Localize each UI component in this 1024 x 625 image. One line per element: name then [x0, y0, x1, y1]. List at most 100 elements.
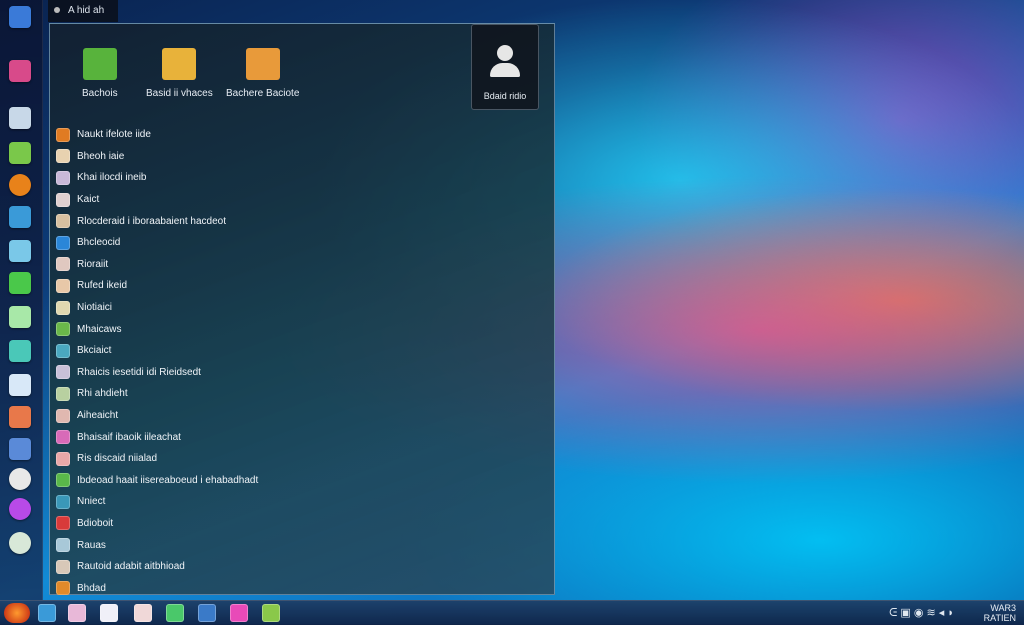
photos-icon[interactable] — [9, 142, 31, 164]
firefox-icon[interactable] — [9, 174, 31, 196]
window-title-text: A hid ah — [68, 5, 105, 16]
place-label: Basid ii vhaces — [146, 88, 213, 99]
user-account-button[interactable]: Bdaid ridio — [471, 24, 539, 110]
app-teal-icon — [56, 343, 70, 358]
system-tray[interactable]: ᕮ ▣ ◉ ≋ ◂ ◗ — [883, 606, 954, 620]
notes-icon[interactable] — [100, 604, 118, 622]
app-label: Rlocderaid i iboraabaient hacdeot — [77, 215, 226, 227]
app-list-item[interactable]: Naukt ifelote iide — [56, 124, 536, 146]
app-label: Bhcleocid — [77, 237, 121, 249]
documents-icon[interactable] — [9, 240, 31, 262]
app-list-item[interactable]: Rauas — [56, 534, 536, 556]
clock-icon[interactable] — [9, 468, 31, 490]
media-icon[interactable] — [9, 498, 31, 520]
package-icon — [162, 48, 197, 80]
control-panel-icon[interactable] — [9, 206, 31, 228]
place-label: Bachois — [82, 88, 118, 99]
app-list-item[interactable]: Mhaicaws — [56, 318, 536, 340]
app-label: Mhaicaws — [77, 323, 122, 335]
app-label: Nniect — [77, 496, 106, 508]
app-label: Khai ilocdi ineib — [77, 172, 147, 184]
app-grid-icon — [56, 170, 70, 185]
app-list-item[interactable]: Rhi ahdieht — [56, 383, 536, 405]
app-doc-icon — [56, 192, 70, 207]
app-orange-icon — [56, 581, 70, 596]
app-list-item[interactable]: Bkciaict — [56, 340, 536, 362]
app-list-item[interactable]: Rlocderaid i iboraabaient hacdeot — [56, 210, 536, 232]
app-grid-icon — [56, 538, 70, 553]
app-label: Rautoid adabit aitbhioad — [77, 561, 185, 573]
app-doc-icon — [56, 451, 70, 466]
app-list-item[interactable]: Bhcleocid — [56, 232, 536, 254]
app-list-item[interactable]: Ibdeoad haait iisereaboeud i ehabadhadt — [56, 470, 536, 492]
app-pink-icon — [56, 430, 70, 445]
app-label: Bheoh iaie — [77, 150, 125, 162]
app-orange-icon — [56, 127, 70, 142]
user-name: Bdaid ridio — [483, 91, 527, 101]
app-list-item[interactable]: Rioraiit — [56, 254, 536, 276]
app-list: Naukt ifelote iide Bheoh iaie Khai ilocdi … — [56, 124, 536, 599]
paint-icon[interactable] — [262, 604, 280, 622]
tiles-icon[interactable] — [198, 604, 216, 622]
gallery-icon[interactable] — [230, 604, 248, 622]
app-doc-icon — [56, 149, 70, 164]
store-icon[interactable] — [166, 604, 184, 622]
games-icon[interactable] — [9, 272, 31, 294]
active-window-title[interactable]: A hid ah — [48, 0, 118, 22]
folder-green-icon — [82, 48, 117, 80]
app-grid-icon — [56, 365, 70, 380]
app-list-item[interactable]: Bdioboit — [56, 513, 536, 535]
start-button[interactable] — [4, 603, 30, 623]
app-blue-icon — [56, 235, 70, 250]
app-label: Rauas — [77, 539, 106, 551]
app-list-item[interactable]: Bhdad — [56, 577, 536, 599]
explorer-icon[interactable] — [38, 604, 56, 622]
place-item[interactable]: Bachere Baciote — [226, 44, 299, 99]
user-avatar-icon — [488, 45, 522, 85]
tools-icon[interactable] — [9, 438, 31, 460]
app-label: Rioraiit — [77, 258, 109, 270]
place-item[interactable]: Basid ii vhaces — [146, 44, 213, 99]
app-label: Rhaicis iesetidi idi Rieidsedt — [77, 366, 201, 378]
tray-icons[interactable]: ᕮ ▣ ◉ ≋ ◂ ◗ — [889, 607, 954, 619]
app-label: Rufed ikeid — [77, 280, 128, 292]
window-dot-icon — [54, 7, 60, 14]
left-dock — [0, 0, 43, 600]
app-label: Aiheaicht — [77, 410, 119, 422]
map-icon[interactable] — [9, 340, 31, 362]
app-list-item[interactable]: Khai ilocdi ineib — [56, 167, 536, 189]
clock[interactable]: WAR3 RATIEN — [960, 603, 1016, 623]
network-icon[interactable] — [9, 60, 31, 82]
app-list-item[interactable]: Rufed ikeid — [56, 275, 536, 297]
notepad-icon[interactable] — [9, 306, 31, 328]
app-red-icon — [56, 516, 70, 531]
windows-logo-icon[interactable] — [9, 6, 31, 28]
app-list-item[interactable]: Nniect — [56, 491, 536, 513]
paint-icon[interactable] — [9, 406, 31, 428]
app-label: Bdioboit — [77, 517, 114, 529]
app-label: Naukt ifelote iide — [77, 129, 151, 141]
app-list-item[interactable]: Bhaisaif ibaoik iileachat — [56, 426, 536, 448]
place-label: Bachere Baciote — [226, 88, 300, 99]
app-list-item[interactable]: Aiheaicht — [56, 405, 536, 427]
app-list-item[interactable]: Bheoh iaie — [56, 146, 536, 168]
headset-icon[interactable] — [9, 532, 31, 554]
app-doc-icon — [56, 408, 70, 423]
app-doc-icon — [56, 300, 70, 315]
app-list-item[interactable]: Rautoid adabit aitbhioad — [56, 556, 536, 578]
app-list-item[interactable]: Rhaicis iesetidi idi Rieidsedt — [56, 362, 536, 384]
document-icon[interactable] — [134, 604, 152, 622]
app-label: Kaict — [77, 194, 100, 206]
place-item[interactable]: Bachois — [82, 44, 118, 99]
file-icon[interactable] — [9, 374, 31, 396]
app-label: Bhdad — [77, 582, 106, 594]
app-label: Bhaisaif ibaoik iileachat — [77, 431, 181, 443]
app-grid-icon — [56, 214, 70, 229]
app-grid-icon — [56, 386, 70, 401]
app-list-item[interactable]: Kaict — [56, 189, 536, 211]
app-list-item[interactable]: Ris discaid niialad — [56, 448, 536, 470]
app-label: Ibdeoad haait iisereaboeud i ehabadhadt — [77, 474, 259, 486]
calculator-icon[interactable] — [9, 107, 31, 129]
app-list-item[interactable]: Niotiaici — [56, 297, 536, 319]
settings-icon[interactable] — [68, 604, 86, 622]
